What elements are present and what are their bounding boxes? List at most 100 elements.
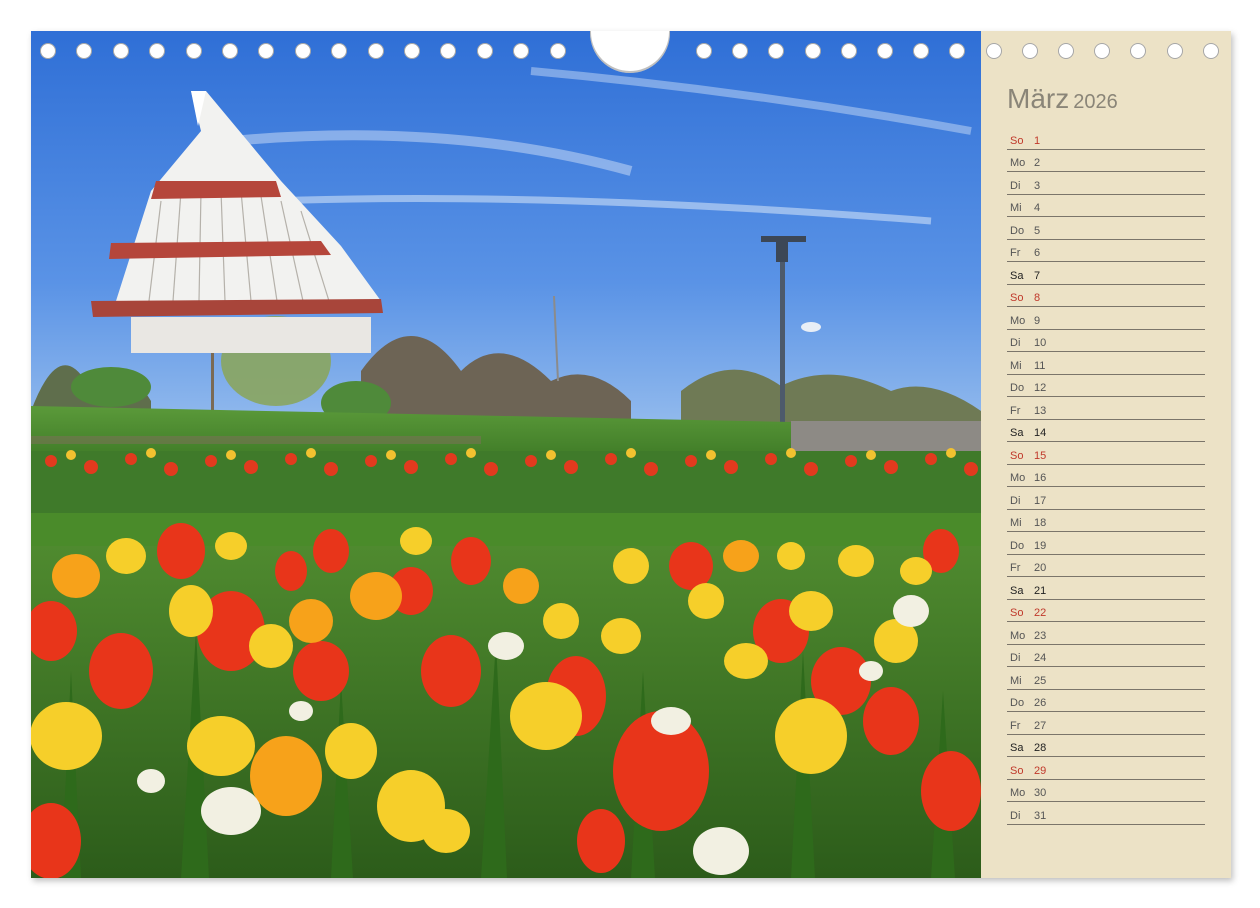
calendar-sidebar: März 2026 So 1 Mo 2 Di 3 Mi 4 Do 5 Fr 6 Sa 7 So 8 Mo 9 Di 10… [981, 31, 1231, 878]
weekday-label: Mo [1010, 472, 1026, 484]
day-number: 22 [1034, 607, 1047, 619]
weekday-label: Mo [1010, 157, 1026, 169]
binding-hole [549, 43, 566, 59]
day-row: So 1 [1007, 127, 1205, 150]
tulip-field-photo [31, 31, 981, 878]
binding-hole [732, 43, 749, 59]
day-row: Di 10 [1007, 330, 1205, 352]
day-row: Di 31 [1007, 802, 1205, 825]
binding-hole [1202, 43, 1219, 59]
binding-hole [185, 43, 202, 59]
day-number: 12 [1034, 382, 1047, 394]
day-row: Do 5 [1007, 217, 1205, 240]
binding-hole [840, 43, 857, 59]
day-row: Mi 4 [1007, 195, 1205, 217]
day-number: 23 [1034, 629, 1047, 642]
day-number: 4 [1034, 202, 1041, 214]
day-number: 16 [1034, 472, 1047, 484]
day-number: 27 [1034, 719, 1047, 732]
weekday-label: Mi [1010, 359, 1022, 372]
weekday-label: Sa [1010, 269, 1024, 282]
day-row: Mi 25 [1007, 667, 1205, 690]
day-number: 20 [1034, 562, 1047, 574]
binding-hole [1021, 43, 1038, 59]
weekday-label: Do [1010, 224, 1025, 237]
binding-hole [440, 43, 457, 59]
month-heading: März 2026 [1007, 83, 1118, 115]
day-number: 8 [1034, 292, 1041, 304]
day-number: 29 [1034, 764, 1047, 777]
day-row: Di 24 [1007, 645, 1205, 667]
weekday-label: Mi [1010, 674, 1022, 687]
day-number: 21 [1034, 584, 1047, 597]
weekday-label: So [1010, 292, 1024, 304]
day-number: 14 [1034, 427, 1047, 439]
day-row: Sa 21 [1007, 577, 1205, 600]
day-number: 31 [1034, 809, 1047, 822]
weekday-label: Sa [1010, 584, 1024, 597]
day-row: Mo 23 [1007, 622, 1205, 645]
weekday-label: Do [1010, 697, 1025, 709]
binding-hole [331, 43, 348, 59]
weekday-label: Sa [1010, 427, 1024, 439]
weekday-label: Di [1010, 652, 1021, 664]
day-row: So 15 [1007, 442, 1205, 465]
weekday-label: Di [1010, 337, 1021, 349]
day-row: So 8 [1007, 285, 1205, 307]
day-number: 11 [1034, 359, 1046, 372]
day-row: Mi 11 [1007, 352, 1205, 375]
month-name: März [1007, 83, 1070, 114]
binding-hole [877, 43, 893, 59]
day-row: Mo 16 [1007, 465, 1205, 487]
binding-hole [804, 43, 821, 59]
weekday-label: Fr [1010, 719, 1021, 732]
day-row: So 22 [1007, 600, 1205, 622]
day-row: Di 3 [1007, 172, 1205, 195]
weekday-label: Fr [1010, 562, 1021, 574]
day-row: Fr 27 [1007, 712, 1205, 735]
weekday-label: So [1010, 607, 1024, 619]
day-number: 15 [1034, 449, 1047, 462]
day-number: 3 [1034, 179, 1041, 192]
weekday-label: Fr [1010, 247, 1021, 259]
day-row: Mi 18 [1007, 510, 1205, 532]
day-number: 7 [1034, 269, 1041, 282]
day-number: 28 [1034, 742, 1047, 754]
day-row: Fr 20 [1007, 555, 1205, 577]
weekday-label: Di [1010, 809, 1021, 822]
day-row: Mo 30 [1007, 780, 1205, 802]
day-number: 13 [1034, 404, 1047, 417]
binding-hole [1166, 43, 1183, 59]
day-number: 25 [1034, 674, 1047, 687]
binding-hole [913, 43, 930, 59]
day-row: So 29 [1007, 757, 1205, 780]
calendar-page: März 2026 So 1 Mo 2 Di 3 Mi 4 Do 5 Fr 6 Sa 7 So 8 Mo 9 Di 10… [31, 31, 1231, 878]
day-row: Mo 9 [1007, 307, 1205, 330]
day-number: 26 [1034, 697, 1047, 709]
weekday-label: Fr [1010, 404, 1021, 417]
day-row: Do 19 [1007, 532, 1205, 555]
binding-hole [985, 43, 1002, 59]
day-row: Sa 7 [1007, 262, 1205, 285]
binding-hole [76, 43, 93, 59]
binding-hole [949, 43, 966, 59]
binding-hole [258, 43, 275, 59]
day-row: Di 17 [1007, 487, 1205, 510]
binding-hole [404, 43, 420, 59]
weekday-label: Do [1010, 382, 1025, 394]
weekday-label: Do [1010, 539, 1025, 552]
day-number: 17 [1034, 494, 1047, 507]
binding-hole [367, 43, 384, 59]
binding-hole [1058, 43, 1074, 59]
day-number: 18 [1034, 517, 1047, 529]
weekday-label: Mi [1010, 517, 1022, 529]
weekday-label: Mo [1010, 314, 1026, 327]
day-row: Do 12 [1007, 375, 1205, 397]
binding-hole [112, 43, 129, 59]
weekday-label: Mo [1010, 629, 1026, 642]
binding-hole [696, 43, 712, 59]
weekday-label: So [1010, 764, 1024, 777]
day-row: Do 26 [1007, 690, 1205, 712]
day-number: 19 [1034, 539, 1047, 552]
day-number: 10 [1034, 337, 1047, 349]
